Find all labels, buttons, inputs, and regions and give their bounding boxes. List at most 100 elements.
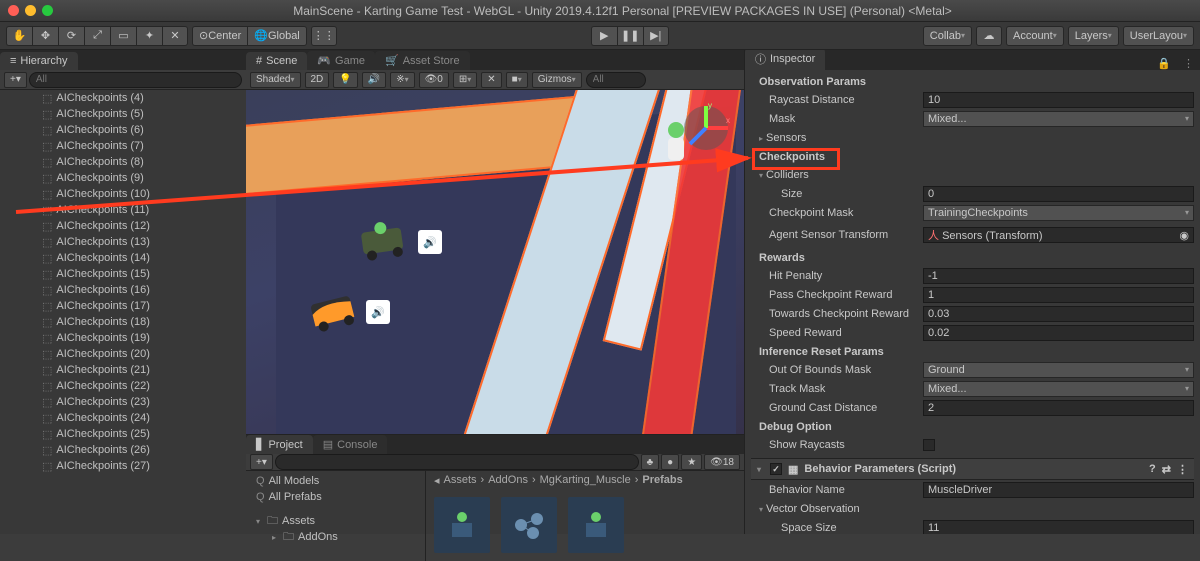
gizmos-dropdown[interactable]: Gizmos ▾ bbox=[532, 72, 582, 88]
hierarchy-item[interactable]: ⬚AICheckpoints (26) bbox=[0, 442, 246, 458]
hierarchy-item[interactable]: ⬚AICheckpoints (21) bbox=[0, 362, 246, 378]
hierarchy-list[interactable]: ⬚AICheckpoints (4)⬚AICheckpoints (5)⬚AIC… bbox=[0, 90, 246, 534]
custom-tool-button[interactable]: ✕ bbox=[162, 26, 188, 46]
project-tree-item[interactable]: 🗀Assets bbox=[246, 513, 425, 529]
towards-checkpoint-reward-input[interactable] bbox=[923, 306, 1194, 322]
colliders-size-input[interactable] bbox=[923, 186, 1194, 202]
scene-view[interactable]: 🔊 🔊 x y bbox=[246, 90, 744, 434]
hierarchy-item[interactable]: ⬚AICheckpoints (5) bbox=[0, 106, 246, 122]
hierarchy-item[interactable]: ⬚AICheckpoints (19) bbox=[0, 330, 246, 346]
hierarchy-item[interactable]: ⬚AICheckpoints (23) bbox=[0, 394, 246, 410]
colliders-foldout[interactable] bbox=[759, 169, 766, 181]
out-of-bounds-mask-dropdown[interactable]: Ground▾ bbox=[923, 362, 1194, 378]
cloud-button[interactable]: ☁ bbox=[976, 26, 1002, 46]
project-search-input[interactable] bbox=[275, 454, 639, 470]
project-tree[interactable]: QAll Models QAll Prefabs 🗀Assets 🗀AddOns bbox=[246, 471, 426, 561]
hierarchy-item[interactable]: ⬚AICheckpoints (24) bbox=[0, 410, 246, 426]
project-tree-item[interactable]: QAll Prefabs bbox=[246, 489, 425, 505]
preset-icon[interactable]: ⇄ bbox=[1162, 463, 1171, 476]
menu-icon[interactable]: ⋮ bbox=[1177, 57, 1200, 70]
hierarchy-item[interactable]: ⬚AICheckpoints (10) bbox=[0, 186, 246, 202]
hidden-count-badge[interactable]: 👁18 bbox=[704, 454, 740, 470]
hierarchy-item[interactable]: ⬚AICheckpoints (13) bbox=[0, 234, 246, 250]
sensors-foldout[interactable] bbox=[759, 132, 766, 144]
hand-tool-button[interactable]: ✋ bbox=[6, 26, 32, 46]
hierarchy-item[interactable]: ⬚AICheckpoints (8) bbox=[0, 154, 246, 170]
ground-cast-distance-input[interactable] bbox=[923, 400, 1194, 416]
pivot-toggle-button[interactable]: ⊙Center bbox=[192, 26, 247, 46]
minimize-window-icon[interactable] bbox=[25, 5, 36, 16]
orientation-gizmo[interactable]: x y bbox=[676, 98, 736, 158]
rect-tool-button[interactable]: ▭ bbox=[110, 26, 136, 46]
move-tool-button[interactable]: ✥ bbox=[32, 26, 58, 46]
menu-icon[interactable]: ⋮ bbox=[1177, 463, 1188, 476]
scene-search-input[interactable] bbox=[586, 72, 646, 88]
maximize-window-icon[interactable] bbox=[42, 5, 53, 16]
snap-button[interactable]: ⋮⋮ bbox=[311, 26, 337, 46]
hierarchy-item[interactable]: ⬚AICheckpoints (9) bbox=[0, 170, 246, 186]
transform-tool-button[interactable]: ✦ bbox=[136, 26, 162, 46]
layers-dropdown[interactable]: Layers ▾ bbox=[1068, 26, 1119, 46]
hierarchy-item[interactable]: ⬚AICheckpoints (14) bbox=[0, 250, 246, 266]
behavior-name-input[interactable] bbox=[923, 482, 1194, 498]
hierarchy-item[interactable]: ⬚AICheckpoints (11) bbox=[0, 202, 246, 218]
show-raycasts-checkbox[interactable] bbox=[923, 439, 935, 451]
scene-tab[interactable]: #Scene bbox=[246, 52, 307, 70]
filter-favorites-button[interactable]: ♣ bbox=[641, 454, 660, 470]
scene-visibility-toggle[interactable]: 👁0 bbox=[419, 72, 449, 88]
fx-toggle[interactable]: ※▾ bbox=[390, 72, 414, 88]
checkpoint-mask-dropdown[interactable]: TrainingCheckpoints▾ bbox=[923, 205, 1194, 221]
lighting-toggle[interactable]: 💡 bbox=[333, 72, 357, 88]
prefab-asset[interactable] bbox=[568, 497, 624, 553]
mask-dropdown[interactable]: Mixed...▾ bbox=[923, 111, 1194, 127]
project-tab[interactable]: ▋Project bbox=[246, 435, 313, 454]
filter-label-button[interactable]: ★ bbox=[681, 454, 702, 470]
account-dropdown[interactable]: Account ▾ bbox=[1006, 26, 1064, 46]
layout-dropdown[interactable]: UserLayou ▾ bbox=[1123, 26, 1194, 46]
hierarchy-item[interactable]: ⬚AICheckpoints (7) bbox=[0, 138, 246, 154]
hierarchy-item[interactable]: ⬚AICheckpoints (18) bbox=[0, 314, 246, 330]
hierarchy-item[interactable]: ⬚AICheckpoints (15) bbox=[0, 266, 246, 282]
space-toggle-button[interactable]: 🌐Global bbox=[247, 26, 307, 46]
lock-icon[interactable]: 🔒 bbox=[1151, 57, 1177, 70]
project-create-button[interactable]: +▾ bbox=[250, 454, 273, 470]
agent-sensor-transform-field[interactable]: 人 Sensors (Transform)◉ bbox=[923, 227, 1194, 243]
help-icon[interactable]: ? bbox=[1149, 463, 1156, 475]
step-button[interactable]: ▶| bbox=[643, 26, 669, 46]
asset-grid[interactable] bbox=[426, 489, 744, 561]
audio-toggle[interactable]: 🔊 bbox=[362, 72, 386, 88]
hierarchy-item[interactable]: ⬚AICheckpoints (22) bbox=[0, 378, 246, 394]
close-window-icon[interactable] bbox=[8, 5, 19, 16]
project-tree-item[interactable]: QAll Models bbox=[246, 473, 425, 489]
prefab-asset[interactable] bbox=[434, 497, 490, 553]
hierarchy-item[interactable]: ⬚AICheckpoints (4) bbox=[0, 90, 246, 106]
scale-tool-button[interactable]: ⤢ bbox=[84, 26, 110, 46]
hierarchy-item[interactable]: ⬚AICheckpoints (25) bbox=[0, 426, 246, 442]
shading-mode-dropdown[interactable]: Shaded ▾ bbox=[250, 72, 301, 88]
play-button[interactable]: ▶ bbox=[591, 26, 617, 46]
hit-penalty-input[interactable] bbox=[923, 268, 1194, 284]
component-enabled-checkbox[interactable] bbox=[770, 463, 782, 475]
tools-toggle[interactable]: ✕ bbox=[481, 72, 501, 88]
window-controls[interactable] bbox=[8, 5, 53, 16]
raycast-distance-input[interactable] bbox=[923, 92, 1194, 108]
speed-reward-input[interactable] bbox=[923, 325, 1194, 341]
pause-button[interactable]: ❚❚ bbox=[617, 26, 643, 46]
object-picker-icon[interactable]: ◉ bbox=[1179, 229, 1189, 242]
hierarchy-item[interactable]: ⬚AICheckpoints (20) bbox=[0, 346, 246, 362]
vector-observation-foldout[interactable] bbox=[759, 503, 766, 515]
console-tab[interactable]: ▤Console bbox=[313, 435, 388, 454]
inspector-tab[interactable]: ⓘInspector bbox=[745, 50, 825, 70]
hierarchy-search-input[interactable] bbox=[29, 72, 242, 88]
project-breadcrumb[interactable]: ◂ Assets› AddOns› MgKarting_Muscle› Pref… bbox=[426, 471, 744, 489]
rotate-tool-button[interactable]: ⟳ bbox=[58, 26, 84, 46]
pass-checkpoint-reward-input[interactable] bbox=[923, 287, 1194, 303]
2d-toggle[interactable]: 2D bbox=[305, 72, 330, 88]
behavior-parameters-component[interactable]: ▦ Behavior Parameters (Script) ? ⇄ ⋮ bbox=[751, 458, 1194, 480]
prefab-asset[interactable] bbox=[501, 497, 557, 553]
create-button[interactable]: +▾ bbox=[4, 72, 27, 88]
hierarchy-item[interactable]: ⬚AICheckpoints (6) bbox=[0, 122, 246, 138]
filter-type-button[interactable]: ● bbox=[661, 454, 679, 470]
collab-dropdown[interactable]: Collab ▾ bbox=[923, 26, 972, 46]
project-tree-item[interactable]: 🗀AddOns bbox=[246, 529, 425, 545]
